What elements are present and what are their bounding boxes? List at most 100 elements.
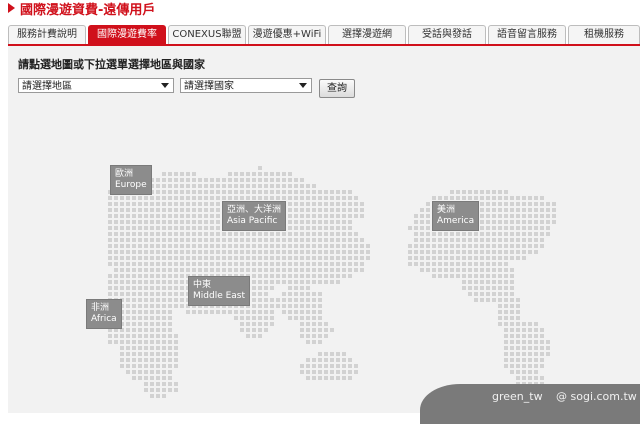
map-dot xyxy=(216,244,220,248)
map-dot xyxy=(414,232,418,236)
map-dot xyxy=(252,196,256,200)
map-dot xyxy=(270,244,274,248)
region-america[interactable]: 美洲 America xyxy=(433,202,479,230)
map-dot xyxy=(180,172,184,176)
map-dot xyxy=(240,244,244,248)
map-dot xyxy=(324,358,328,362)
map-dot xyxy=(174,214,178,218)
map-dot xyxy=(288,268,292,272)
map-dot xyxy=(138,292,142,296)
map-dot xyxy=(420,244,424,248)
map-dot xyxy=(474,232,478,236)
map-dot xyxy=(510,244,514,248)
tab-billing-info[interactable]: 服務計費說明 xyxy=(8,25,86,44)
map-dot xyxy=(330,244,334,248)
map-dot xyxy=(516,310,520,314)
map-dot xyxy=(462,196,466,200)
map-dot xyxy=(294,298,298,302)
tab-conexus[interactable]: CONEXUS聯盟 xyxy=(168,25,246,44)
tab-select-network[interactable]: 選擇漫遊網 xyxy=(328,25,406,44)
map-dot xyxy=(300,286,304,290)
world-dot-map[interactable] xyxy=(8,46,640,413)
map-dot xyxy=(324,208,328,212)
map-dot xyxy=(480,190,484,194)
map-dot xyxy=(492,232,496,236)
map-dot xyxy=(210,256,214,260)
map-dot xyxy=(168,244,172,248)
map-dot xyxy=(450,262,454,266)
map-dot xyxy=(174,232,178,236)
map-dot xyxy=(318,352,322,356)
map-dot xyxy=(414,262,418,266)
map-dot xyxy=(468,256,472,260)
map-dot xyxy=(288,316,292,320)
region-middle-east[interactable]: 中東 Middle East xyxy=(189,277,250,305)
map-dot xyxy=(468,238,472,242)
map-dot xyxy=(276,172,280,176)
map-dot xyxy=(108,328,112,332)
map-dot xyxy=(246,172,250,176)
map-dot xyxy=(156,358,160,362)
map-dot xyxy=(186,172,190,176)
map-dot xyxy=(270,274,274,278)
map-dot xyxy=(198,232,202,236)
map-dot xyxy=(180,274,184,278)
map-dot xyxy=(444,250,448,254)
map-dot xyxy=(138,220,142,224)
map-dot xyxy=(288,274,292,278)
map-dot xyxy=(144,334,148,338)
map-dot xyxy=(306,184,310,188)
map-dot xyxy=(504,298,508,302)
map-dot xyxy=(312,364,316,368)
map-dot xyxy=(444,256,448,260)
map-dot xyxy=(342,232,346,236)
tab-voicemail[interactable]: 語音留言服務 xyxy=(488,25,566,44)
map-dot xyxy=(498,220,502,224)
map-dot xyxy=(438,244,442,248)
map-dot xyxy=(354,244,358,248)
map-dot xyxy=(306,214,310,218)
map-dot xyxy=(276,262,280,266)
map-dot xyxy=(174,334,178,338)
map-dot xyxy=(306,196,310,200)
map-dot xyxy=(132,244,136,248)
map-dot xyxy=(132,298,136,302)
map-dot xyxy=(144,214,148,218)
map-dot xyxy=(186,202,190,206)
map-dot xyxy=(240,310,244,314)
map-dot xyxy=(522,214,526,218)
map-dot xyxy=(162,304,166,308)
map-dot xyxy=(150,364,154,368)
map-dot xyxy=(168,172,172,176)
tab-phone-rental[interactable]: 租機服務 xyxy=(568,25,640,44)
map-dot xyxy=(108,238,112,242)
map-dot xyxy=(150,316,154,320)
map-dot xyxy=(150,244,154,248)
region-europe[interactable]: 歐洲 Europe xyxy=(111,166,151,194)
map-dot xyxy=(528,214,532,218)
tab-calls[interactable]: 受話與發話 xyxy=(408,25,486,44)
map-dot xyxy=(528,346,532,350)
map-dot xyxy=(108,214,112,218)
map-dot xyxy=(492,292,496,296)
tab-roaming-wifi[interactable]: 漫遊優惠+WiFi xyxy=(248,25,326,44)
map-dot xyxy=(354,196,358,200)
region-africa[interactable]: 非洲 Africa xyxy=(87,300,121,328)
map-dot xyxy=(108,196,112,200)
map-dot xyxy=(330,232,334,236)
map-dot xyxy=(438,274,442,278)
map-dot xyxy=(180,208,184,212)
tab-roaming-rates[interactable]: 國際漫遊費率 xyxy=(88,25,166,44)
map-dot xyxy=(252,334,256,338)
map-dot xyxy=(234,184,238,188)
map-dot xyxy=(552,202,556,206)
map-dot xyxy=(210,262,214,266)
map-dot xyxy=(174,226,178,230)
map-dot xyxy=(492,214,496,218)
map-dot xyxy=(522,340,526,344)
map-dot xyxy=(246,334,250,338)
region-asia-pacific[interactable]: 亞洲、大洋洲 Asia Pacific xyxy=(223,202,286,230)
map-dot xyxy=(174,346,178,350)
map-dot xyxy=(120,352,124,356)
map-dot xyxy=(336,220,340,224)
